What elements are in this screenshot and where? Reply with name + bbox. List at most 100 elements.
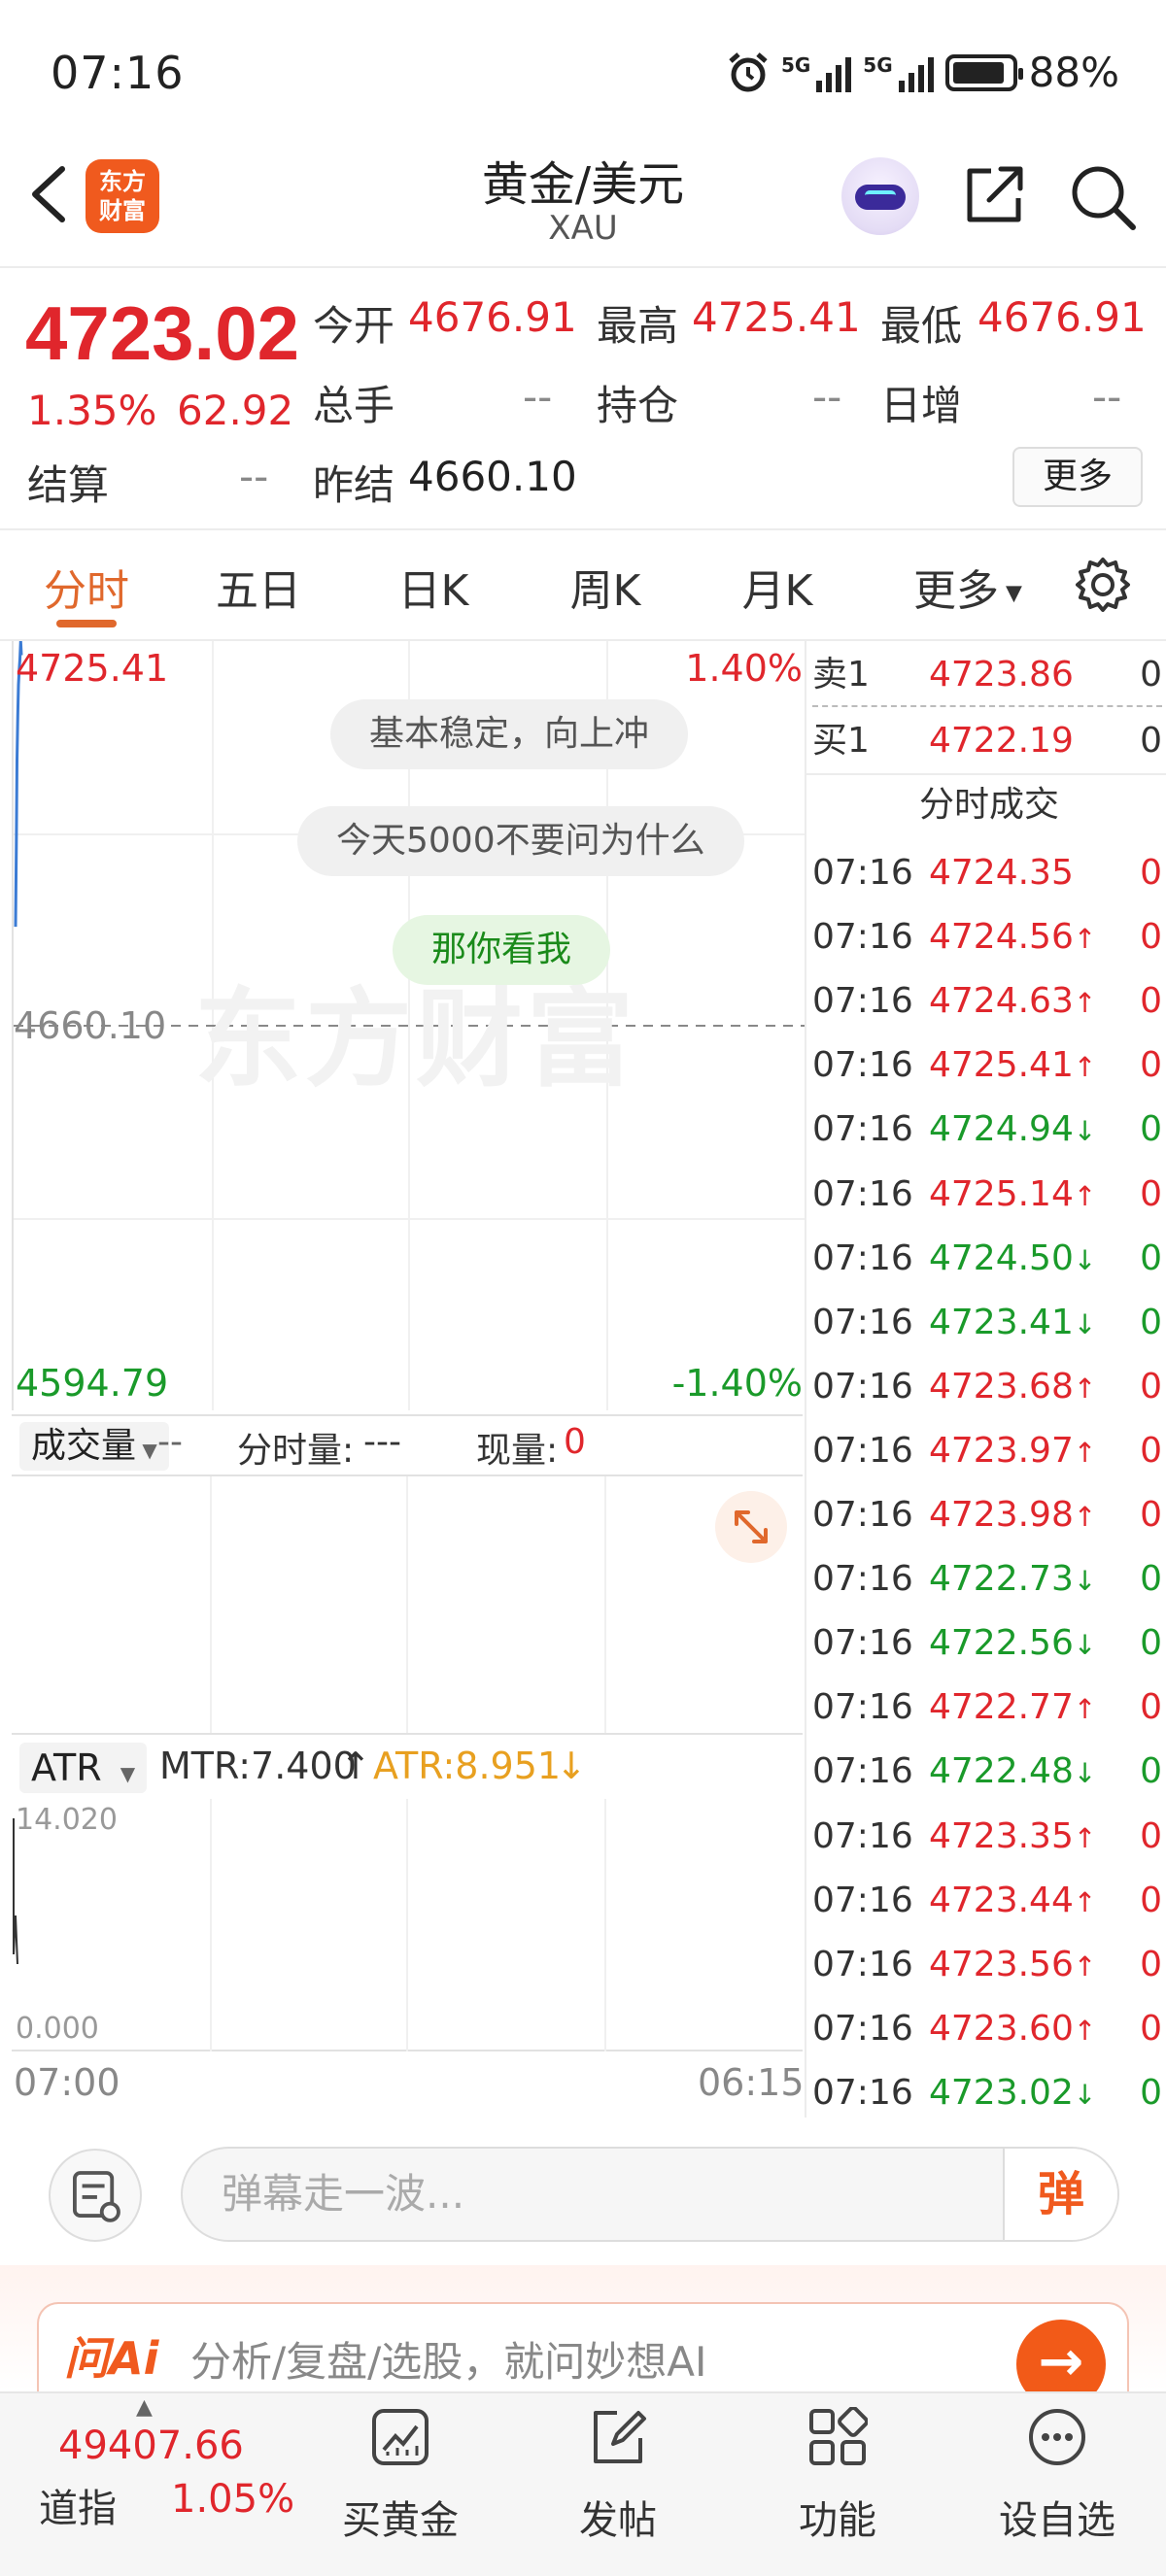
index-name[interactable]: 道指 xyxy=(39,2477,117,2533)
danmu-bubble: 今天5000不要问为什么 xyxy=(297,806,744,876)
status-icons: 5G 5G 88% xyxy=(727,49,1119,96)
intraday-volume-label: 分时量: xyxy=(237,1431,355,1471)
trade-row: 07:16 4723.98↑ 0 xyxy=(812,1483,1166,1547)
more-quote-button[interactable]: 更多 xyxy=(1012,447,1143,507)
danmu-send-button[interactable]: 弹 xyxy=(1003,2149,1117,2240)
gear-icon[interactable] xyxy=(1075,557,1131,613)
trade-time: 07:16 xyxy=(812,2072,913,2113)
atr-arrow: ↓ xyxy=(556,1745,587,1787)
trade-price: 4725.14↑ xyxy=(929,1173,1097,1214)
trade-price: 4723.68↑ xyxy=(929,1366,1097,1407)
panel-divider xyxy=(805,641,806,2118)
trade-time: 07:16 xyxy=(812,1559,913,1600)
trade-time: 07:16 xyxy=(812,1687,913,1728)
trade-time: 07:16 xyxy=(812,1109,913,1150)
tab-weekly-k[interactable]: 周K xyxy=(528,556,683,618)
danmu-bubble: 那你看我 xyxy=(393,915,611,985)
atr-value: ATR:8.951 xyxy=(373,1745,562,1787)
trade-price: 4723.02↓ xyxy=(929,2072,1097,2113)
nav-buy-gold[interactable]: 买黄金 xyxy=(323,2407,478,2545)
nav-add-watchlist[interactable]: 设自选 xyxy=(979,2407,1135,2545)
index-percent[interactable]: 1.05% xyxy=(171,2477,294,2522)
ai-assistant-icon[interactable] xyxy=(841,157,919,235)
trade-time: 07:16 xyxy=(812,917,913,958)
trade-time: 07:16 xyxy=(812,1237,913,1278)
chart-low-pct: -1.40% xyxy=(671,1362,803,1405)
settlement-label: 结算 xyxy=(27,461,110,509)
index-value[interactable]: 49407.66 xyxy=(58,2423,244,2468)
chart-high-pct: 1.40% xyxy=(685,647,803,690)
trade-row: 07:16 4724.56↑ 0 xyxy=(812,905,1166,969)
chart-high-label: 4725.41 xyxy=(16,647,169,690)
danmu-bubble: 基本稳定，向上冲 xyxy=(330,699,689,769)
trade-time: 07:16 xyxy=(812,1173,913,1214)
trade-volume: 0 xyxy=(1140,1237,1162,1278)
trade-row: 07:16 4723.02↓ 0 xyxy=(812,2061,1166,2125)
trade-volume: 0 xyxy=(1140,1173,1162,1214)
trade-price: 4724.94↓ xyxy=(929,1109,1097,1150)
volume-indicator-select[interactable]: 成交量 ▼ xyxy=(19,1422,169,1471)
share-icon[interactable] xyxy=(962,163,1026,227)
trade-volume: 0 xyxy=(1140,1109,1162,1150)
trade-price: 4723.60↑ xyxy=(929,2008,1097,2049)
trade-time: 07:16 xyxy=(812,853,913,893)
daily-increase-value: -- xyxy=(1092,373,1122,421)
trade-row: 07:16 4723.68↑ 0 xyxy=(812,1355,1166,1419)
trade-row: 07:16 4723.60↑ 0 xyxy=(812,1997,1166,2061)
prev-settlement-value: 4660.10 xyxy=(408,453,577,500)
trade-row: 07:16 4723.41↓ 0 xyxy=(812,1291,1166,1355)
trade-time: 07:16 xyxy=(812,1366,913,1407)
trade-time: 07:16 xyxy=(812,1623,913,1664)
expand-icon[interactable] xyxy=(715,1491,787,1563)
nav-functions[interactable]: 功能 xyxy=(760,2406,915,2545)
trade-price: 4725.41↑ xyxy=(929,1045,1097,1086)
nav-label: 功能 xyxy=(799,2498,876,2543)
mtr-value: MTR:7.400 xyxy=(159,1745,357,1787)
trade-row: 07:16 4725.41↑ 0 xyxy=(812,1034,1166,1098)
tab-more-label: 更多 xyxy=(913,566,1000,616)
trade-volume: 0 xyxy=(1140,1430,1162,1471)
edit-icon xyxy=(594,2411,646,2463)
ai-bar[interactable]: 问Ai 分析/复盘/选股，就问妙想AI → xyxy=(37,2302,1129,2409)
buy-1-row: 买1 4722.19 0 xyxy=(812,721,1162,761)
trade-volume: 0 xyxy=(1140,981,1162,1022)
trade-price: 4724.63↑ xyxy=(929,981,1097,1022)
open-label: 今开 xyxy=(313,302,395,350)
trade-time: 07:16 xyxy=(812,1944,913,1984)
trade-row: 07:16 4722.48↓ 0 xyxy=(812,1740,1166,1804)
trade-price: 4723.41↓ xyxy=(929,1302,1097,1342)
trade-volume: 0 xyxy=(1140,1944,1162,1984)
tab-five-day[interactable]: 五日 xyxy=(181,556,336,618)
volume-value: -- xyxy=(523,373,553,421)
trade-volume: 0 xyxy=(1140,2072,1162,2113)
caret-up-icon[interactable]: ▲ xyxy=(136,2395,153,2420)
ai-logo: 问Ai xyxy=(64,2332,159,2385)
tab-more[interactable]: 更多 ▼ xyxy=(880,556,1055,618)
trade-row: 07:16 4722.56↓ 0 xyxy=(812,1611,1166,1676)
trade-row: 07:16 4723.35↑ 0 xyxy=(812,1805,1166,1869)
x-axis-end: 06:15 xyxy=(698,2061,805,2104)
trade-row: 07:16 4723.44↑ 0 xyxy=(812,1869,1166,1933)
search-icon[interactable] xyxy=(1069,163,1137,231)
divider xyxy=(0,528,1166,530)
low-value: 4676.91 xyxy=(977,293,1147,341)
nav-post[interactable]: 发帖 xyxy=(540,2407,696,2545)
danmu-settings-icon[interactable] xyxy=(49,2149,142,2242)
atr-indicator-select[interactable]: ATR ▼ xyxy=(19,1743,148,1793)
volume-chart xyxy=(12,1476,803,1733)
tab-intraday[interactable]: 分时 xyxy=(9,556,164,618)
trade-row: 07:16 4724.50↓ 0 xyxy=(812,1227,1166,1291)
open-interest-value: -- xyxy=(812,373,842,421)
settlement-value: -- xyxy=(239,453,269,500)
tab-daily-k[interactable]: 日K xyxy=(356,556,511,618)
trade-row: 07:16 4723.97↑ 0 xyxy=(812,1419,1166,1483)
danmu-input[interactable]: 弹幕走一波... 弹 xyxy=(181,2147,1119,2242)
trades-title: 分时成交 xyxy=(918,785,1059,825)
status-time: 07:16 xyxy=(51,47,185,99)
trade-row: 07:16 4725.14↑ 0 xyxy=(812,1163,1166,1227)
sell-1-row: 卖1 4723.86 0 xyxy=(812,655,1162,695)
trade-price: 4724.35 xyxy=(929,853,1074,893)
trade-row: 07:16 4724.94↓ 0 xyxy=(812,1098,1166,1162)
last-price: 4723.02 xyxy=(25,290,299,376)
tab-monthly-k[interactable]: 月K xyxy=(700,556,855,618)
